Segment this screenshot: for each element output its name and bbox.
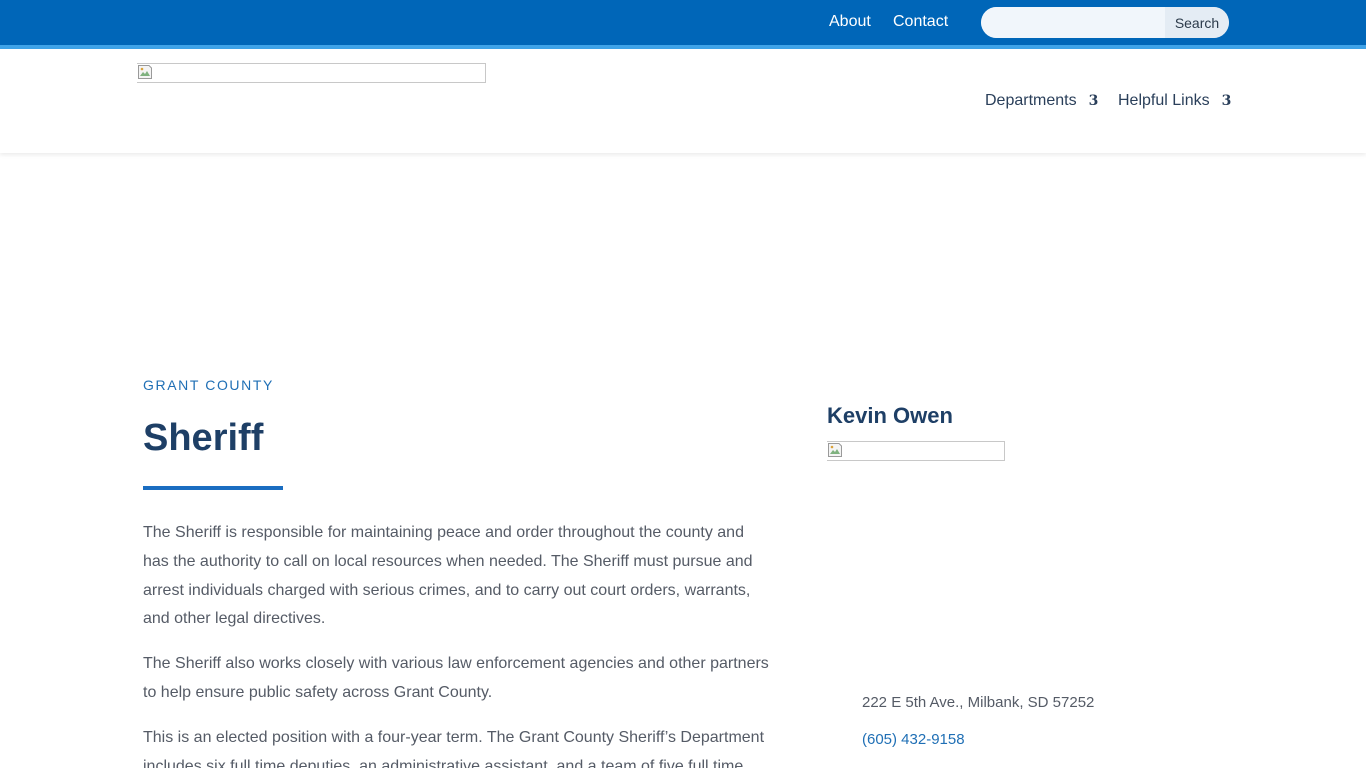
site-header: Departments 3 Helpful Links 3	[0, 49, 1366, 153]
nav-helpful-links-label: Helpful Links	[1118, 92, 1210, 109]
search-button[interactable]: Search	[1165, 7, 1229, 38]
search-input[interactable]	[981, 7, 1165, 38]
chevron-down-icon: 3	[1221, 93, 1232, 109]
search-form: Search	[981, 7, 1229, 38]
site-logo[interactable]	[137, 63, 486, 83]
body-paragraph: The Sheriff is responsible for maintaini…	[143, 524, 753, 628]
contact-link[interactable]: Contact	[893, 12, 948, 32]
body-paragraph: The Sheriff also works closely with vari…	[143, 655, 769, 701]
body-paragraph: This is an elected position with a four-…	[143, 729, 765, 768]
title-divider	[143, 486, 283, 490]
office-address: 222 E 5th Ave., Milbank, SD 57252	[862, 694, 1095, 711]
nav-departments-label: Departments	[985, 92, 1077, 109]
broken-image-icon	[138, 65, 152, 79]
page-eyebrow: GRANT COUNTY	[143, 377, 274, 393]
broken-image-icon	[828, 443, 842, 457]
about-link[interactable]: About	[829, 12, 871, 32]
chevron-down-icon: 3	[1088, 93, 1099, 109]
sheriff-name: Kevin Owen	[827, 403, 953, 428]
nav-departments[interactable]: Departments 3	[985, 91, 1098, 111]
nav-helpful-links[interactable]: Helpful Links 3	[1118, 91, 1231, 111]
page-title: Sheriff	[143, 417, 264, 459]
sheriff-photo	[827, 441, 1005, 461]
office-phone-link[interactable]: (605) 432-9158	[862, 731, 965, 749]
top-bar: About Contact Search	[0, 0, 1366, 45]
